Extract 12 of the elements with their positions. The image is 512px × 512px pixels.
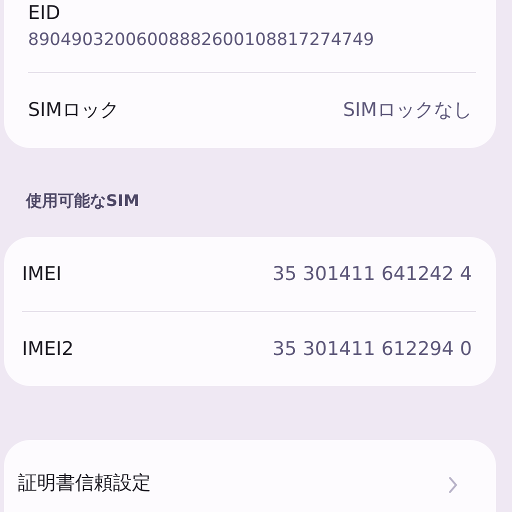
imei-value: 35 301411 612294 0 bbox=[272, 338, 472, 360]
imei-value: 35 301411 641242 4 bbox=[272, 263, 472, 285]
sim-lock-value: SIMロックなし bbox=[342, 98, 472, 123]
chevron-right-icon bbox=[448, 476, 458, 494]
certificate-trust-item[interactable]: 証明書信頼設定 bbox=[4, 440, 496, 512]
eid-value: 89049032006008882600108817274749 bbox=[28, 30, 376, 50]
imei-label: IMEI2 bbox=[22, 338, 74, 360]
sim-lock-label: SIMロック bbox=[28, 98, 120, 123]
section-header: 使用可能なSIM bbox=[24, 190, 140, 212]
imei-label: IMEI bbox=[22, 263, 62, 285]
certificate-trust-label: 証明書信頼設定 bbox=[18, 471, 151, 496]
eid-label: EID bbox=[28, 2, 62, 24]
